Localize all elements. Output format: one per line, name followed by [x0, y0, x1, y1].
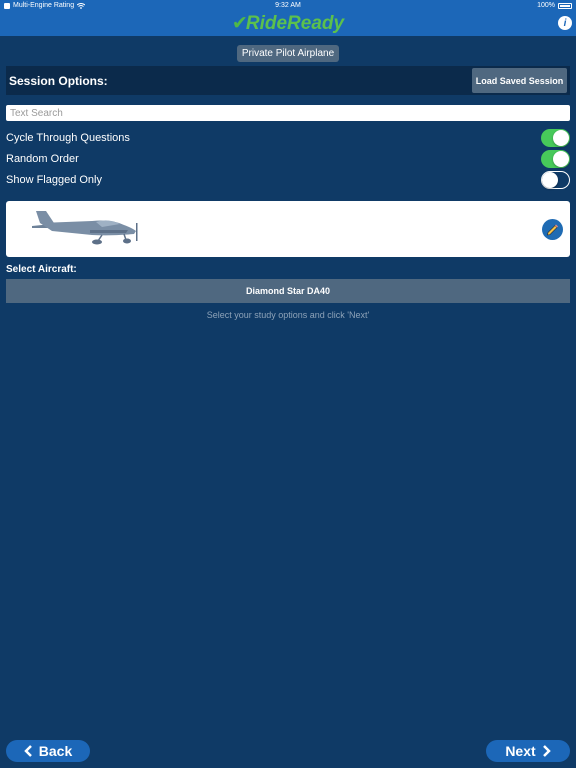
aircraft-card[interactable] — [6, 201, 570, 257]
battery-percent: 100% — [537, 2, 555, 9]
option-show-flagged-only: Show Flagged Only — [6, 171, 570, 189]
chevron-right-icon — [542, 745, 551, 757]
option-random-order: Random Order — [6, 150, 570, 168]
back-button[interactable]: Back — [6, 740, 90, 762]
select-aircraft-label: Select Aircraft: — [6, 264, 77, 275]
logo-ride: Ride — [245, 13, 288, 34]
next-button[interactable]: Next — [486, 740, 570, 762]
toggle-knob — [542, 172, 558, 188]
edit-aircraft-button[interactable] — [542, 219, 563, 240]
airplane-icon — [32, 211, 138, 245]
status-time: 9:32 AM — [275, 2, 301, 9]
toggle-knob — [553, 130, 569, 146]
product-button[interactable]: Private Pilot Airplane — [237, 45, 339, 62]
battery-icon — [558, 2, 572, 9]
option-label: Show Flagged Only — [6, 174, 102, 186]
load-saved-session-button[interactable]: Load Saved Session — [472, 68, 567, 93]
option-label: Cycle Through Questions — [6, 132, 130, 144]
text-search-input[interactable] — [6, 105, 570, 121]
show-flagged-toggle[interactable] — [541, 171, 570, 189]
instructions-text: Select your study options and click 'Nex… — [206, 310, 370, 320]
pencil-icon — [547, 224, 558, 236]
top-bar: Multi-Engine Rating 9:32 AM 100% ✔RideRe… — [0, 0, 576, 36]
option-cycle-through-questions: Cycle Through Questions — [6, 129, 570, 147]
back-label: Back — [38, 743, 73, 759]
cycle-toggle[interactable] — [541, 129, 570, 147]
aircraft-select-button[interactable]: Diamond Star DA40 — [6, 279, 570, 303]
battery-status: 100% — [537, 2, 572, 9]
chevron-left-icon — [23, 745, 32, 757]
next-label: Next — [505, 743, 536, 759]
app-logo: ✔RideReady — [0, 12, 576, 35]
option-label: Random Order — [6, 153, 79, 165]
session-options-bar: Session Options: Load Saved Session — [6, 66, 570, 95]
status-bar: Multi-Engine Rating 9:32 AM 100% — [0, 0, 576, 12]
random-order-toggle[interactable] — [541, 150, 570, 168]
toggle-knob — [553, 151, 569, 167]
session-options-title: Session Options: — [9, 73, 108, 88]
logo-ready: Ready — [287, 13, 345, 34]
info-icon[interactable]: i — [558, 16, 572, 30]
